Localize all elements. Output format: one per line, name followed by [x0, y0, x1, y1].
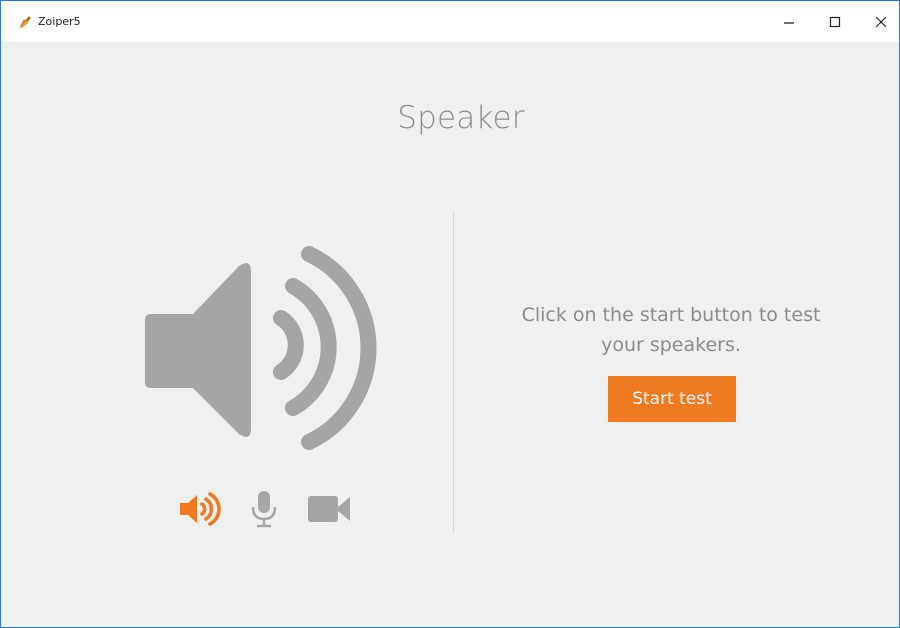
tab-microphone[interactable] — [247, 489, 281, 529]
minimize-button[interactable] — [766, 1, 812, 42]
close-icon — [875, 16, 887, 27]
title-bar[interactable]: Zoiper5 — [1, 1, 899, 42]
content-area: Speaker Click on the start button to tes… — [1, 42, 899, 627]
maximize-button[interactable] — [812, 1, 858, 42]
instruction-line-1: Click on the start button to test — [521, 304, 821, 326]
large-speaker-icon — [145, 246, 377, 450]
microphone-icon — [251, 491, 277, 528]
start-test-button[interactable]: Start test — [608, 376, 736, 422]
app-window: Zoiper5 Speaker Click on the start butto… — [0, 0, 900, 628]
maximize-icon — [829, 16, 841, 27]
instruction-text: Click on the start button to test your s… — [471, 300, 871, 360]
page-title: Speaker — [397, 100, 525, 136]
minimize-icon — [784, 21, 794, 24]
zoiper-logo-icon — [17, 14, 33, 30]
instruction-line-2: your speakers. — [601, 334, 741, 356]
window-title: Zoiper5 — [38, 15, 81, 28]
close-button[interactable] — [858, 1, 899, 42]
vertical-divider — [453, 212, 454, 534]
video-camera-icon — [308, 496, 350, 522]
tab-speaker[interactable] — [177, 489, 223, 529]
tab-video[interactable] — [305, 489, 353, 529]
speaker-icon — [180, 492, 221, 526]
